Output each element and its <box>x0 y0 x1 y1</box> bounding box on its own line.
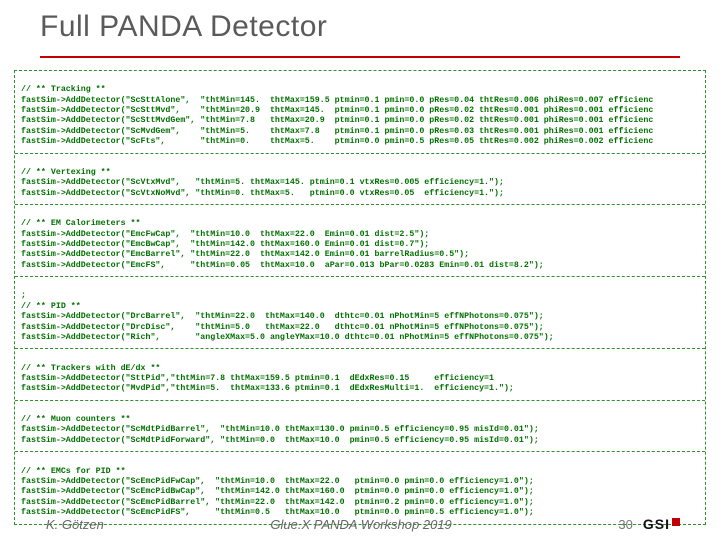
code-line: fastSim->AddDetector("EmcBarrel", "thtMi… <box>21 250 469 259</box>
code-line: fastSim->AddDetector("ScFts", "thtMin=0.… <box>21 137 653 146</box>
code-comment: // ** EM Calorimeters ** <box>21 219 141 228</box>
slide-title: Full PANDA Detector <box>40 10 327 44</box>
section-divider <box>15 348 705 349</box>
code-line: fastSim->AddDetector("DrcDisc", "thtMin=… <box>21 323 544 332</box>
section-divider <box>15 400 705 401</box>
code-comment: // ** EMCs for PID ** <box>21 467 126 476</box>
code-comment: // ** Trackers with dE/dx ** <box>21 364 160 373</box>
code-line: fastSim->AddDetector("ScVtxMvd", "thtMin… <box>21 178 504 187</box>
code-line: fastSim->AddDetector("ScEmcPidFwCap", "t… <box>21 477 534 486</box>
footer-right: 30 GSI <box>618 516 680 532</box>
code-line: fastSim->AddDetector("ScVtxNoMvd", "thtM… <box>21 189 504 198</box>
section-divider <box>15 204 705 205</box>
footer-author: K. Götzen <box>46 517 104 532</box>
footer-event: Glue.X PANDA Workshop 2019 <box>104 517 619 532</box>
brand-text: GSI <box>643 516 670 532</box>
code-comment: // ** Muon counters ** <box>21 415 131 424</box>
page-number: 30 <box>618 517 632 532</box>
code-line: fastSim->AddDetector("ScEmcPidBwCap", "t… <box>21 487 534 496</box>
section-divider <box>15 153 705 154</box>
slide-root: Full PANDA Detector // ** Tracking ** fa… <box>0 0 720 540</box>
code-line: fastSim->AddDetector("ScMdtPidBarrel", "… <box>21 425 539 434</box>
code-line: fastSim->AddDetector("DrcBarrel", "thtMi… <box>21 312 544 321</box>
code-line: ; <box>21 291 26 300</box>
code-line: fastSim->AddDetector("ScSttMvd", "thtMin… <box>21 106 653 115</box>
section-divider <box>15 451 705 452</box>
brand-logo: GSI <box>643 516 680 532</box>
section-divider <box>15 276 705 277</box>
code-line: fastSim->AddDetector("ScSttMvdGem", "tht… <box>21 116 653 125</box>
code-line: fastSim->AddDetector("EmcBwCap", "thtMin… <box>21 240 429 249</box>
code-box: // ** Tracking ** fastSim->AddDetector("… <box>14 70 706 525</box>
code-line: fastSim->AddDetector("ScEmcPidBarrel", "… <box>21 498 534 507</box>
code-line: fastSim->AddDetector("ScSttAlone", "thtM… <box>21 96 653 105</box>
code-comment: // ** PID ** <box>21 302 81 311</box>
brand-square-icon <box>672 518 680 526</box>
code-line: fastSim->AddDetector("ScMvdGem", "thtMin… <box>21 127 653 136</box>
code-line: fastSim->AddDetector("EmcFS", "thtMin=0.… <box>21 261 544 270</box>
code-comment: // ** Vertexing ** <box>21 168 111 177</box>
title-underline <box>40 56 680 58</box>
code-line: fastSim->AddDetector("MvdPid","thtMin=5.… <box>21 384 514 393</box>
footer: K. Götzen Glue.X PANDA Workshop 2019 30 … <box>0 516 720 532</box>
code-line: fastSim->AddDetector("Rich", "angleXMax=… <box>21 333 554 342</box>
code-line: fastSim->AddDetector("EmcFwCap", "thtMin… <box>21 230 429 239</box>
code-comment: // ** Tracking ** <box>21 85 106 94</box>
code-line: fastSim->AddDetector("ScMdtPidForward", … <box>21 436 539 445</box>
code-line: fastSim->AddDetector("SttPid","thtMin=7.… <box>21 374 494 383</box>
